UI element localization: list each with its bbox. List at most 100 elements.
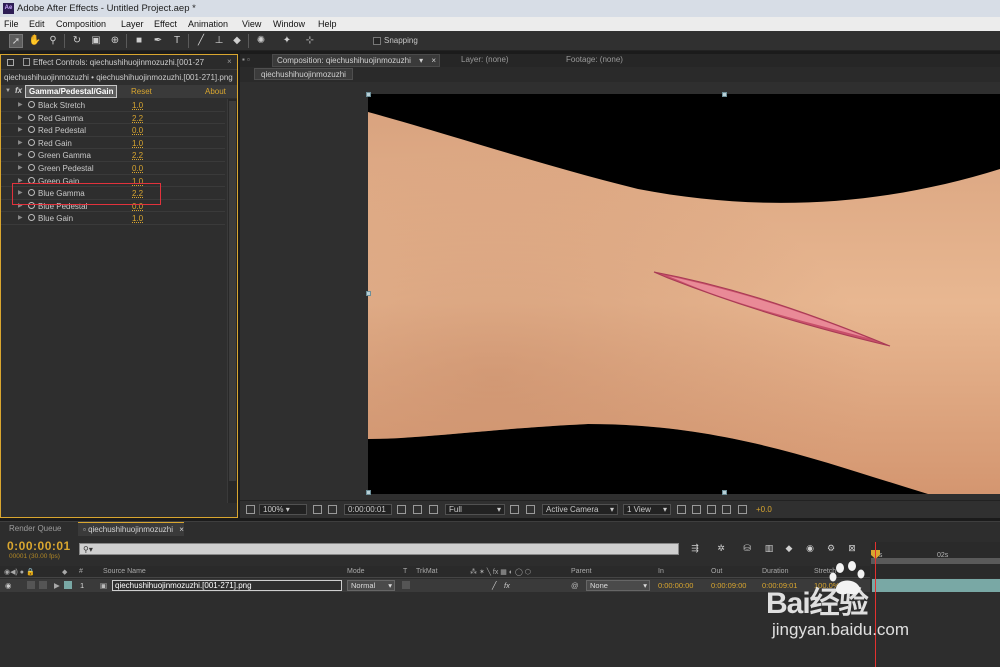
param-row-red-pedestal[interactable]: ▶ Red Pedestal 0.0 — [1, 124, 225, 137]
label-color-swatch[interactable] — [64, 581, 72, 589]
close-icon[interactable]: × — [227, 57, 232, 66]
preserve-transparency-toggle[interactable] — [402, 581, 410, 589]
expand-triangle-icon[interactable]: ▶ — [18, 214, 23, 221]
table-row[interactable]: ◉ ▶ 1 ▣ qiechushihuojinmozuzhi.[001-271]… — [0, 579, 870, 592]
effect-header[interactable]: ▼ fx Gamma/Pedestal/Gain Reset About — [1, 85, 237, 98]
always-preview-icon[interactable] — [246, 505, 255, 514]
type-tool-icon[interactable]: T — [170, 34, 184, 48]
layer-out-point[interactable]: 0:00:09:00 — [711, 581, 746, 590]
transform-handle[interactable] — [722, 490, 727, 495]
rectangle-tool-icon[interactable]: ■ — [132, 34, 146, 48]
fx-icon[interactable]: fx — [15, 86, 22, 95]
magnification-select[interactable]: 100% ▾ — [259, 504, 307, 515]
stopwatch-icon[interactable] — [28, 126, 35, 134]
hand-tool-icon[interactable]: ✋ — [28, 34, 42, 48]
param-row-green-pedestal[interactable]: ▶ Green Pedestal 0.0 — [1, 162, 225, 175]
pen-tool-icon[interactable]: ✒ — [151, 34, 165, 48]
draft-3d-icon[interactable]: ⛁ — [740, 542, 754, 555]
transform-handle[interactable] — [366, 291, 371, 296]
menu-edit[interactable]: Edit — [29, 17, 45, 31]
expand-triangle-icon[interactable]: ▶ — [18, 164, 23, 171]
blend-mode-select[interactable]: Normal ▾ — [347, 580, 395, 591]
close-icon[interactable]: × — [179, 525, 184, 534]
shy-icon[interactable]: ▥ — [762, 542, 776, 555]
close-icon[interactable]: × — [431, 56, 436, 65]
menu-window[interactable]: Window — [273, 17, 305, 31]
layer-duration-bar[interactable] — [872, 579, 1000, 592]
pan-behind-tool-icon[interactable]: ⊕ — [108, 34, 122, 48]
layer-name[interactable]: qiechushihuojinmozuzhi.[001-271].png — [112, 580, 342, 591]
param-row-blue-gain[interactable]: ▶ Blue Gain 1.0 — [1, 212, 225, 225]
current-time-indicator[interactable] — [875, 542, 876, 667]
tab-layer[interactable]: Layer: (none) — [461, 54, 509, 67]
exposure-value[interactable]: +0.0 — [756, 505, 772, 514]
camera-orbit-tool-icon[interactable]: ▣ — [89, 34, 103, 48]
stopwatch-icon[interactable] — [28, 151, 35, 159]
audio-toggle[interactable] — [27, 581, 35, 589]
timeline-search-input[interactable]: ⚲▾ — [79, 543, 679, 555]
view-layout-select[interactable]: 1 View ▾ — [623, 504, 671, 515]
comp-mini-flowchart-icon[interactable]: ⇶ — [688, 542, 702, 555]
axis-local-icon[interactable]: ⊹ — [303, 34, 317, 48]
lock-toggle[interactable] — [39, 581, 47, 589]
timeline-icon[interactable] — [707, 505, 716, 514]
eraser-tool-icon[interactable]: ◆ — [230, 34, 244, 48]
reset-exposure-icon[interactable] — [738, 505, 747, 514]
flowchart-icon[interactable] — [722, 505, 731, 514]
param-value[interactable]: 2.2 — [132, 151, 143, 160]
param-value[interactable]: 1.0 — [132, 101, 143, 110]
expand-triangle-icon[interactable]: ▶ — [18, 151, 23, 158]
effect-controls-tab[interactable]: Effect Controls: qiechushihuojinmozuzhi.… — [1, 55, 237, 70]
param-row-green-gamma[interactable]: ▶ Green Gamma 2.2 — [1, 149, 225, 162]
panel-scrollbar[interactable] — [227, 99, 237, 503]
view-camera-select[interactable]: Active Camera ▾ — [542, 504, 618, 515]
menu-composition[interactable]: Composition — [56, 17, 106, 31]
live-update-icon[interactable]: ✲ — [714, 542, 728, 555]
work-area-bar[interactable] — [871, 558, 1000, 564]
param-row-black-stretch[interactable]: ▶ Black Stretch 1.0 — [1, 99, 225, 112]
param-value[interactable]: 1.0 — [132, 214, 143, 223]
snapping-checkbox[interactable] — [373, 37, 381, 45]
param-value[interactable]: 1.0 — [132, 139, 143, 148]
effect-name[interactable]: Gamma/Pedestal/Gain — [25, 85, 118, 98]
expand-triangle-icon[interactable]: ▶ — [18, 101, 23, 108]
pick-whip-icon[interactable]: @ — [571, 581, 579, 590]
param-row-red-gamma[interactable]: ▶ Red Gamma 2.2 — [1, 112, 225, 125]
safe-margins-icon[interactable] — [313, 505, 322, 514]
composition-canvas[interactable] — [368, 94, 1000, 494]
mask-visibility-icon[interactable] — [328, 505, 337, 514]
expand-triangle-icon[interactable]: ▼ — [5, 88, 11, 94]
puppet-pin-tool-icon[interactable]: ✦ — [280, 34, 294, 48]
roto-brush-tool-icon[interactable]: ✺ — [254, 34, 268, 48]
stopwatch-icon[interactable] — [28, 101, 35, 108]
transform-handle[interactable] — [366, 92, 371, 97]
comp-tab-menu-icon[interactable]: ▪ ▫ — [242, 54, 264, 67]
brainstorm-icon[interactable]: ⚙ — [824, 542, 838, 555]
menu-help[interactable]: Help — [318, 17, 337, 31]
stopwatch-icon[interactable] — [28, 138, 35, 146]
stopwatch-icon[interactable] — [28, 113, 35, 121]
chevron-down-icon[interactable]: ▾ — [419, 56, 423, 65]
expand-triangle-icon[interactable]: ▶ — [54, 581, 60, 590]
param-value[interactable]: 0.0 — [132, 126, 143, 135]
tab-render-queue[interactable]: Render Queue — [7, 522, 63, 536]
rotation-tool-icon[interactable]: ↻ — [70, 34, 84, 48]
graph-editor-icon[interactable]: ⊠ — [845, 542, 859, 555]
layer-in-point[interactable]: 0:00:00:00 — [658, 581, 693, 590]
scrollbar-thumb[interactable] — [229, 101, 236, 481]
eye-icon[interactable]: ◉ — [5, 581, 12, 590]
frame-blending-icon[interactable]: ◆ — [782, 542, 796, 555]
stopwatch-icon[interactable] — [28, 214, 35, 222]
expand-triangle-icon[interactable]: ▶ — [18, 139, 23, 146]
lock-icon[interactable] — [23, 58, 30, 66]
timeline-current-time[interactable]: 0:00:00:01 — [7, 539, 71, 553]
fx-icon[interactable]: fx — [504, 581, 510, 590]
quality-icon[interactable]: ╱ — [492, 581, 497, 590]
camera-snapshot-icon[interactable] — [397, 505, 406, 514]
resolution-select[interactable]: Full ▾ — [445, 504, 505, 515]
region-of-interest-icon[interactable] — [510, 505, 519, 514]
param-value[interactable]: 0.0 — [132, 164, 143, 173]
current-time-field[interactable]: 0:00:00:01 — [344, 504, 392, 515]
expand-triangle-icon[interactable]: ▶ — [18, 126, 23, 133]
tab-timeline-comp[interactable]: ▫ qiechushihuojinmozuzhi × — [78, 522, 184, 536]
